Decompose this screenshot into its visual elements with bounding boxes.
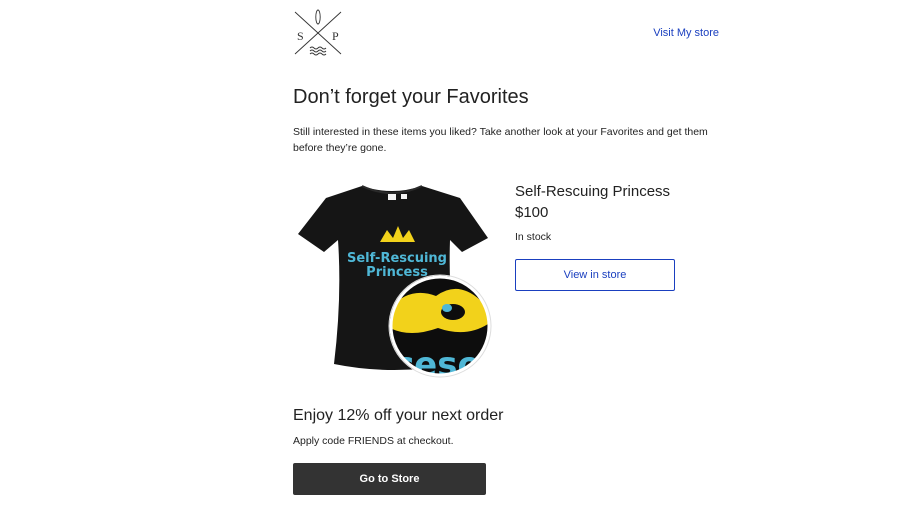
store-logo: S P	[294, 9, 342, 56]
print-text-line1: Self-Rescuing	[347, 251, 447, 266]
product-title[interactable]: Self-Rescuing Princess	[515, 183, 670, 200]
stock-status: In stock	[515, 231, 552, 243]
promo-text: Apply code FRIENDS at checkout.	[293, 435, 454, 447]
product-image[interactable]: Self-Rescuing Princess ceso	[290, 178, 495, 383]
surfboard-icon	[315, 9, 321, 25]
logo-letter-p: P	[332, 29, 339, 43]
logo-letter-s: S	[297, 29, 304, 43]
waves-icon	[309, 46, 327, 56]
product-price: $100	[515, 204, 549, 221]
go-to-store-button[interactable]: Go to Store	[293, 463, 486, 495]
print-text-line2: Princess	[366, 265, 428, 280]
intro-text: Still interested in these items you like…	[293, 126, 708, 154]
promo-title: Enjoy 12% off your next order	[293, 407, 504, 424]
view-in-store-button[interactable]: View in store	[515, 259, 675, 291]
visit-store-link[interactable]: Visit My store	[653, 27, 719, 39]
page-title: Don’t forget your Favorites	[293, 86, 529, 108]
